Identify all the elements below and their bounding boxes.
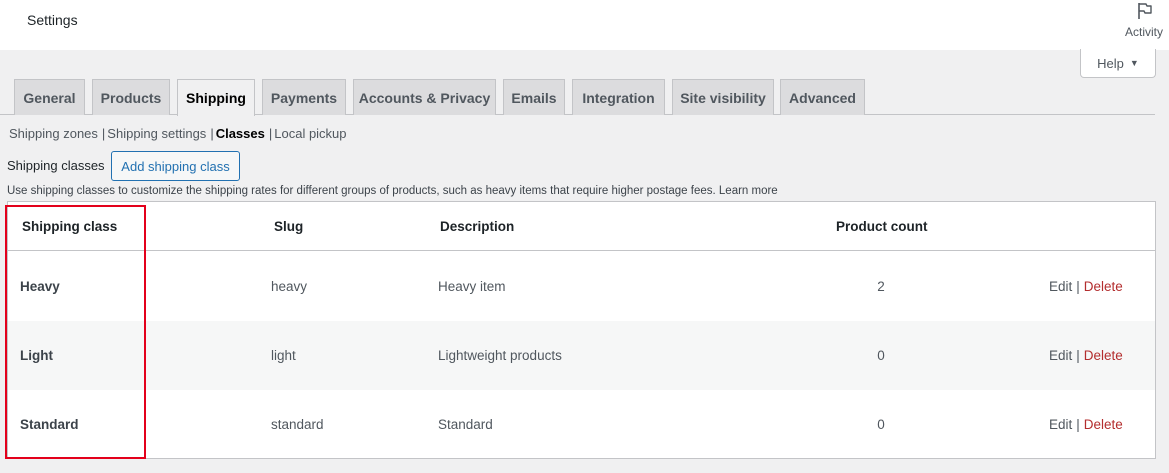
shipping-classes-heading: Shipping classes bbox=[7, 158, 105, 173]
shipping-class-product-count: 0 bbox=[877, 417, 885, 432]
column-header-slug: Slug bbox=[274, 219, 304, 234]
help-button[interactable]: Help ▼ bbox=[1080, 49, 1156, 78]
shipping-class-slug: heavy bbox=[271, 279, 308, 294]
activity-button[interactable]: Activity bbox=[1119, 0, 1169, 50]
subnav-separator: | bbox=[210, 126, 214, 141]
subnav-classes[interactable]: Classes bbox=[216, 126, 265, 141]
tab-integration[interactable]: Integration bbox=[572, 79, 665, 115]
table-row: Light light Lightweight products 0 Edit |… bbox=[8, 321, 1155, 390]
delete-link[interactable]: Delete bbox=[1084, 348, 1123, 363]
shipping-subnav: Shipping zones | Shipping settings | Classes… bbox=[9, 126, 347, 141]
column-header-description: Description bbox=[440, 219, 515, 234]
flag-icon bbox=[1138, 3, 1152, 19]
shipping-classes-description: Use shipping classes to customize the sh… bbox=[7, 185, 778, 197]
edit-link[interactable]: Edit bbox=[1049, 417, 1072, 432]
action-separator: | bbox=[1076, 417, 1080, 432]
column-header-product-count: Product count bbox=[836, 219, 928, 234]
shipping-class-slug: standard bbox=[271, 417, 324, 432]
tab-shipping[interactable]: Shipping bbox=[177, 79, 255, 116]
subnav-separator: | bbox=[101, 126, 106, 141]
help-label: Help bbox=[1097, 55, 1124, 71]
subnav-shipping-zones[interactable]: Shipping zones bbox=[9, 126, 98, 141]
top-header: Settings Activity bbox=[0, 0, 1169, 50]
shipping-class-name: Standard bbox=[20, 417, 79, 432]
caret-down-icon: ▼ bbox=[1129, 58, 1139, 68]
edit-link[interactable]: Edit bbox=[1049, 348, 1072, 363]
subnav-local-pickup[interactable]: Local pickup bbox=[274, 126, 346, 141]
tab-general[interactable]: General bbox=[14, 79, 85, 115]
shipping-class-product-count: 0 bbox=[877, 348, 885, 363]
tab-accounts-privacy[interactable]: Accounts & Privacy bbox=[353, 79, 496, 115]
delete-link[interactable]: Delete bbox=[1084, 417, 1123, 432]
tab-site-visibility[interactable]: Site visibility bbox=[672, 79, 774, 115]
activity-label: Activity bbox=[1124, 25, 1163, 39]
action-separator: | bbox=[1076, 279, 1080, 294]
table-header: Shipping class Slug Description Product … bbox=[8, 202, 1155, 251]
shipping-classes-table: Shipping class Slug Description Product … bbox=[7, 201, 1156, 459]
tab-emails[interactable]: Emails bbox=[503, 79, 565, 115]
table-row: Standard standard Standard 0 Edit | Delete bbox=[8, 390, 1155, 459]
column-header-shipping-class: Shipping class bbox=[22, 219, 118, 234]
add-shipping-class-button[interactable]: Add shipping class bbox=[111, 151, 240, 181]
subnav-separator: | bbox=[268, 126, 273, 141]
settings-tabs: General Products Shipping Payments Accou… bbox=[0, 79, 1155, 116]
row-actions: Edit | Delete bbox=[1049, 417, 1123, 432]
shipping-class-description: Standard bbox=[438, 417, 493, 432]
shipping-class-name: Light bbox=[20, 348, 53, 363]
action-separator: | bbox=[1076, 348, 1080, 363]
shipping-class-product-count: 2 bbox=[877, 279, 885, 294]
shipping-class-name: Heavy bbox=[20, 279, 60, 294]
shipping-class-description: Heavy item bbox=[438, 279, 506, 294]
row-actions: Edit | Delete bbox=[1049, 279, 1123, 294]
row-actions: Edit | Delete bbox=[1049, 348, 1123, 363]
tab-advanced[interactable]: Advanced bbox=[780, 79, 865, 115]
tab-payments[interactable]: Payments bbox=[262, 79, 346, 115]
subnav-shipping-settings[interactable]: Shipping settings bbox=[107, 126, 206, 141]
tab-products[interactable]: Products bbox=[92, 79, 170, 115]
page-title: Settings bbox=[27, 12, 78, 28]
shipping-class-slug: light bbox=[271, 348, 296, 363]
delete-link[interactable]: Delete bbox=[1084, 279, 1123, 294]
shipping-class-description: Lightweight products bbox=[438, 348, 562, 363]
edit-link[interactable]: Edit bbox=[1049, 279, 1072, 294]
table-row: Heavy heavy Heavy item 2 Edit | Delete bbox=[8, 252, 1155, 321]
